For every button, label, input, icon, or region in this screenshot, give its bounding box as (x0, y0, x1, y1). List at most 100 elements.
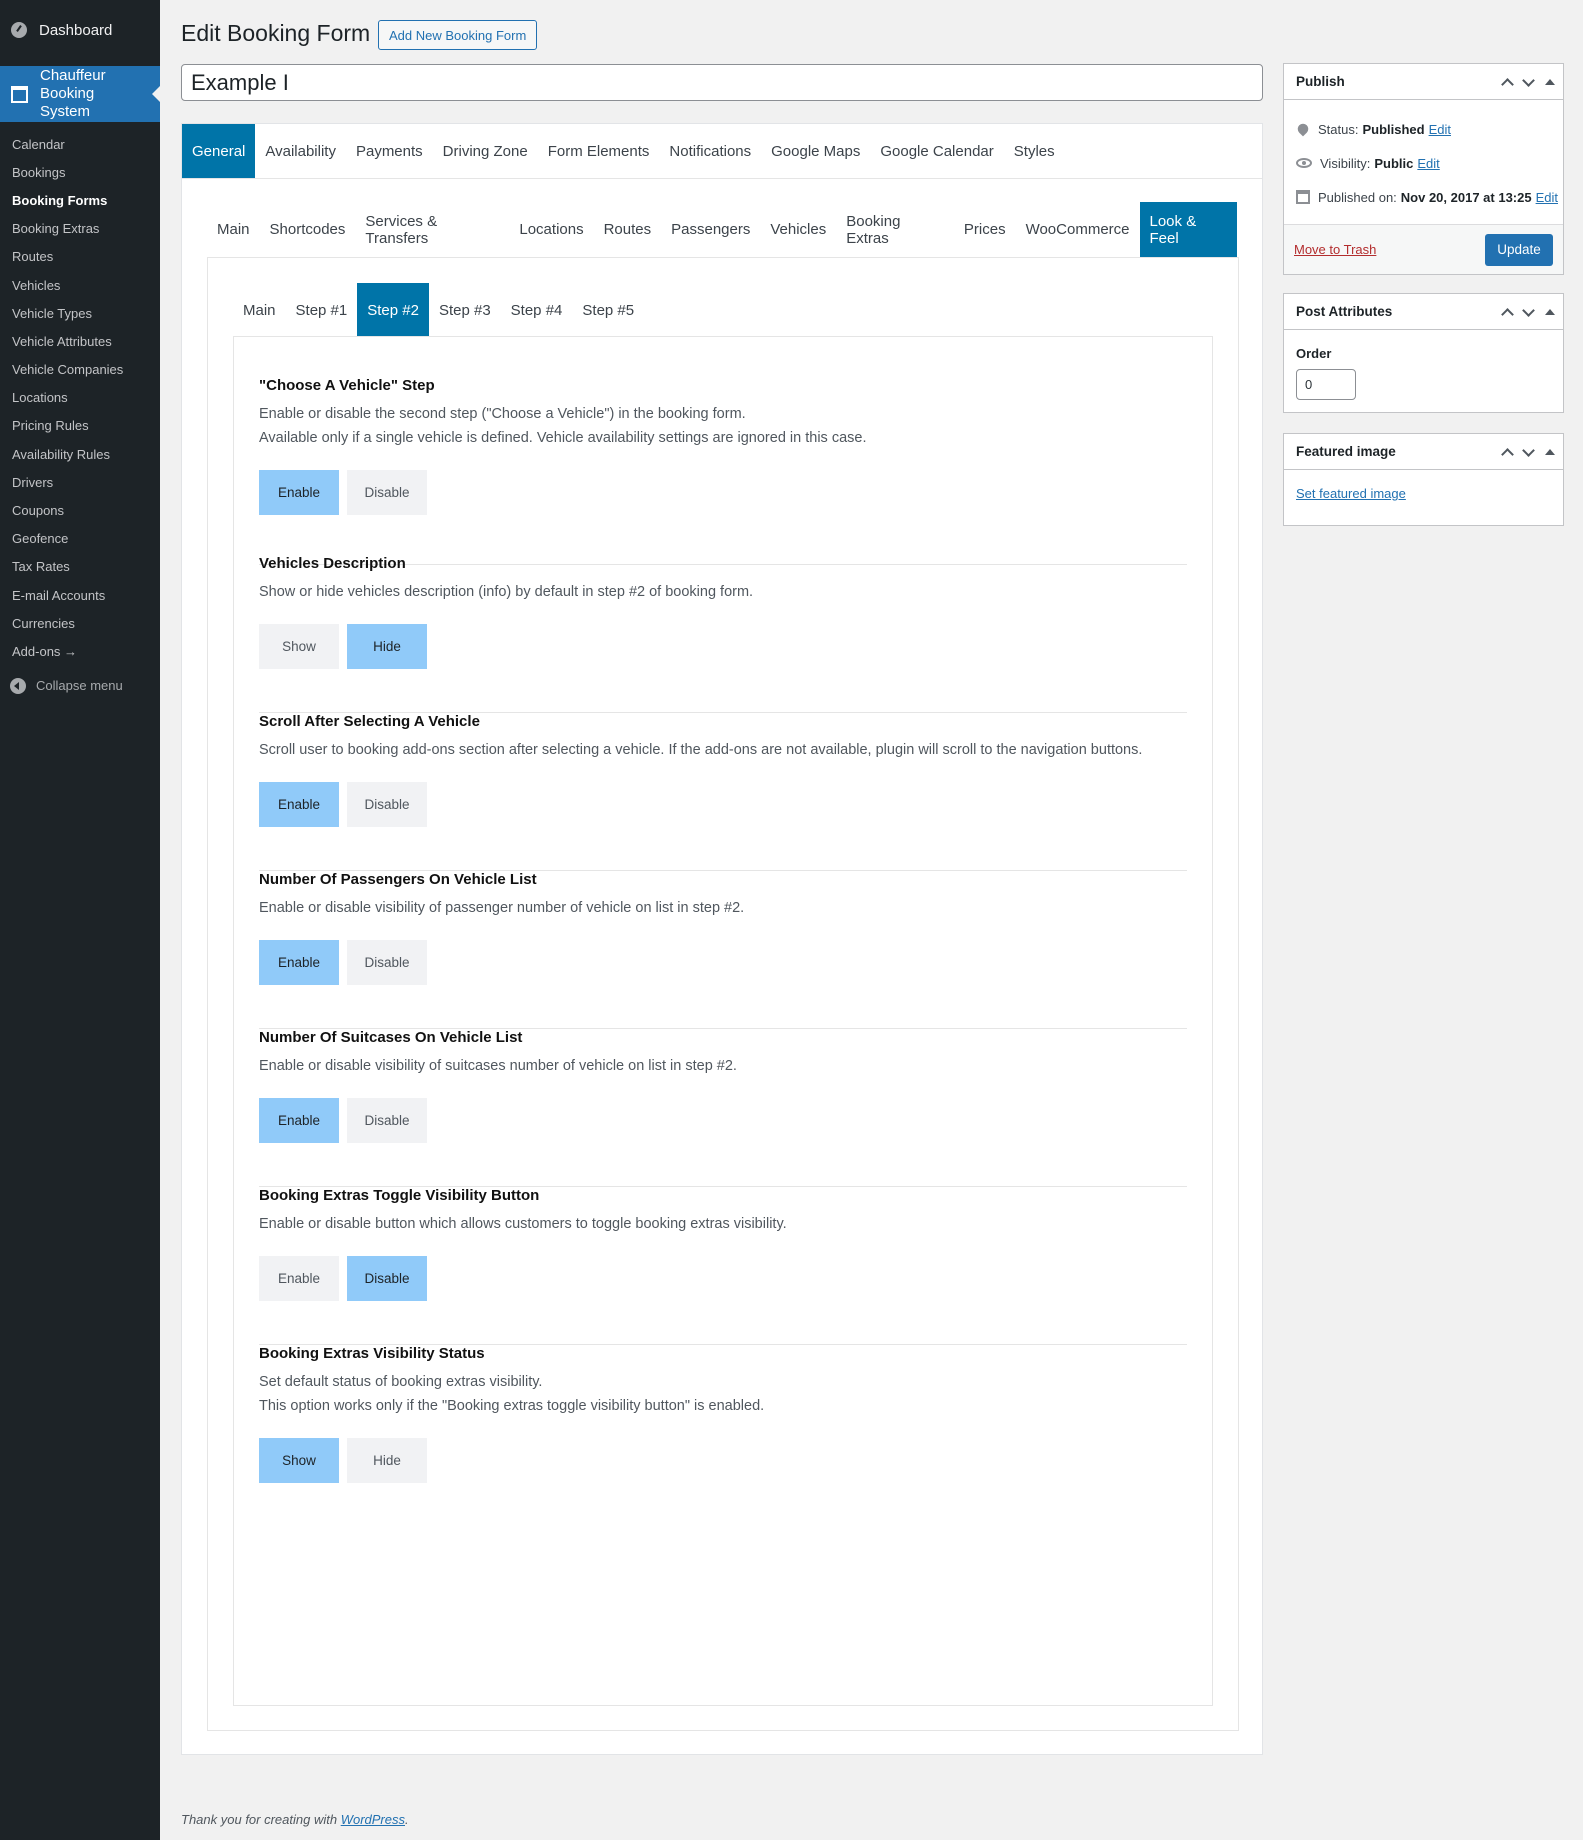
setting-section: Number Of Passengers On Vehicle List Enab… (259, 871, 1187, 1029)
disable-button[interactable]: Disable (347, 1098, 427, 1143)
sidebar-item-e-mail-accounts[interactable]: E-mail Accounts (0, 581, 160, 609)
show-button[interactable]: Show (259, 1438, 339, 1483)
order-input[interactable]: 0 (1296, 369, 1356, 400)
edit-status-link[interactable]: Edit (1429, 122, 1451, 137)
move-up-icon[interactable] (1501, 448, 1514, 461)
sidebar-item-booking-forms[interactable]: Booking Forms (0, 186, 160, 214)
edit-date-link[interactable]: Edit (1536, 190, 1558, 205)
setting-title: Vehicles Description (259, 555, 406, 572)
setting-description-line: Scroll user to booking add-ons section a… (259, 742, 1143, 758)
sidebar-item-vehicle-types[interactable]: Vehicle Types (0, 299, 160, 327)
move-down-icon[interactable] (1522, 444, 1535, 457)
post-attributes-box: Post Attributes Order 0 (1283, 293, 1564, 413)
subtab-shortcodes[interactable]: Shortcodes (260, 202, 356, 257)
visibility-label: Visibility: (1320, 155, 1371, 171)
subtab-woocommerce[interactable]: WooCommerce (1016, 202, 1140, 257)
subtab-passengers[interactable]: Passengers (661, 202, 760, 257)
tab-google-calendar[interactable]: Google Calendar (870, 124, 1003, 178)
sidebar-item-coupons[interactable]: Coupons (0, 496, 160, 524)
edit-visibility-link[interactable]: Edit (1417, 156, 1439, 171)
tab-availability[interactable]: Availability (255, 124, 346, 178)
sidebar-item-vehicle-attributes[interactable]: Vehicle Attributes (0, 327, 160, 355)
wordpress-link[interactable]: WordPress (341, 1812, 405, 1827)
sidebar-item-vehicles[interactable]: Vehicles (0, 271, 160, 299)
sidebar-item-currencies[interactable]: Currencies (0, 609, 160, 637)
toggle-group: Enable Disable (259, 470, 1187, 515)
toggle-panel-icon[interactable] (1545, 448, 1555, 455)
subtab-locations[interactable]: Locations (509, 202, 593, 257)
sidebar-item-routes[interactable]: Routes (0, 243, 160, 271)
subtab-services-transfers[interactable]: Services & Transfers (355, 202, 509, 257)
step-tab-step-2[interactable]: Step #2 (357, 283, 429, 337)
show-button[interactable]: Show (259, 624, 339, 669)
disable-button[interactable]: Disable (347, 1256, 427, 1301)
sidebar-item-vehicle-companies[interactable]: Vehicle Companies (0, 356, 160, 384)
move-down-icon[interactable] (1522, 74, 1535, 87)
sidebar-item-pricing-rules[interactable]: Pricing Rules (0, 412, 160, 440)
subtab-prices[interactable]: Prices (954, 202, 1016, 257)
setting-description-line: Enable or disable the second step ("Choo… (259, 406, 746, 422)
sidebar-item-geofence[interactable]: Geofence (0, 525, 160, 553)
disable-button[interactable]: Disable (347, 470, 427, 515)
move-to-trash-link[interactable]: Move to Trash (1294, 242, 1376, 257)
setting-description: Enable or disable visibility of passenge… (259, 896, 1187, 920)
tab-styles[interactable]: Styles (1004, 124, 1065, 178)
toggle-panel-icon[interactable] (1545, 308, 1555, 315)
tab-google-maps[interactable]: Google Maps (761, 124, 870, 178)
toggle-panel-icon[interactable] (1545, 78, 1555, 85)
enable-button[interactable]: Enable (259, 1098, 339, 1143)
hide-button[interactable]: Hide (347, 624, 427, 669)
post-title-input[interactable]: Example I (181, 64, 1263, 101)
tab-driving-zone[interactable]: Driving Zone (433, 124, 538, 178)
step-tab-step-5[interactable]: Step #5 (572, 283, 644, 337)
enable-button[interactable]: Enable (259, 470, 339, 515)
move-down-icon[interactable] (1522, 304, 1535, 317)
sidebar-item-drivers[interactable]: Drivers (0, 468, 160, 496)
published-value: Nov 20, 2017 at 13:25 (1400, 189, 1532, 205)
step-tab-step-4[interactable]: Step #4 (501, 283, 573, 337)
set-featured-image-link[interactable]: Set featured image (1284, 470, 1563, 525)
subtab-vehicles[interactable]: Vehicles (760, 202, 836, 257)
enable-button[interactable]: Enable (259, 940, 339, 985)
step-tab-main[interactable]: Main (233, 283, 286, 337)
subtab-booking-extras[interactable]: Booking Extras (836, 202, 954, 257)
sidebar-item-chauffeur-booking-system[interactable]: Chauffeur Booking System (0, 66, 160, 122)
setting-description-line: Enable or disable visibility of passenge… (259, 900, 745, 916)
step-tab-step-3[interactable]: Step #3 (429, 283, 501, 337)
enable-button[interactable]: Enable (259, 782, 339, 827)
enable-button[interactable]: Enable (259, 1256, 339, 1301)
collapse-menu-button[interactable]: Collapse menu (0, 669, 160, 703)
admin-footer: Thank you for creating with WordPress. (181, 1812, 409, 1827)
sidebar-item-dashboard[interactable]: Dashboard (0, 0, 160, 60)
sidebar-item-bookings[interactable]: Bookings (0, 158, 160, 186)
sidebar-item-add-ons[interactable]: Add-ons → (0, 637, 160, 665)
sidebar-item-calendar[interactable]: Calendar (0, 130, 160, 158)
tab-form-elements[interactable]: Form Elements (538, 124, 660, 178)
disable-button[interactable]: Disable (347, 940, 427, 985)
move-up-icon[interactable] (1501, 78, 1514, 91)
toggle-group: Enable Disable (259, 1098, 1187, 1143)
setting-description-line: Enable or disable button which allows cu… (259, 1216, 787, 1232)
sidebar-item-tax-rates[interactable]: Tax Rates (0, 553, 160, 581)
tab-notifications[interactable]: Notifications (659, 124, 761, 178)
subtab-look-feel[interactable]: Look & Feel (1139, 202, 1237, 257)
move-up-icon[interactable] (1501, 308, 1514, 321)
hide-button[interactable]: Hide (347, 1438, 427, 1483)
step-tab-step-1[interactable]: Step #1 (286, 283, 358, 337)
sidebar-item-booking-extras[interactable]: Booking Extras (0, 215, 160, 243)
subtab-routes[interactable]: Routes (594, 202, 662, 257)
disable-button[interactable]: Disable (347, 782, 427, 827)
add-new-booking-form-button[interactable]: Add New Booking Form (378, 20, 538, 50)
tab-general[interactable]: General (182, 124, 256, 178)
setting-section: Number Of Suitcases On Vehicle List Enabl… (259, 1029, 1187, 1187)
update-button[interactable]: Update (1485, 233, 1553, 266)
collapse-icon (10, 677, 26, 694)
setting-title: Booking Extras Visibility Status (259, 1345, 485, 1362)
sidebar-item-locations[interactable]: Locations (0, 384, 160, 412)
setting-title: "Choose A Vehicle" Step (259, 377, 435, 394)
toggle-group: Show Hide (259, 1438, 1187, 1483)
sidebar-item-availability-rules[interactable]: Availability Rules (0, 440, 160, 468)
setting-description: Enable or disable the second step ("Choo… (259, 402, 1187, 450)
tab-payments[interactable]: Payments (346, 124, 433, 178)
subtab-main[interactable]: Main (207, 202, 260, 257)
